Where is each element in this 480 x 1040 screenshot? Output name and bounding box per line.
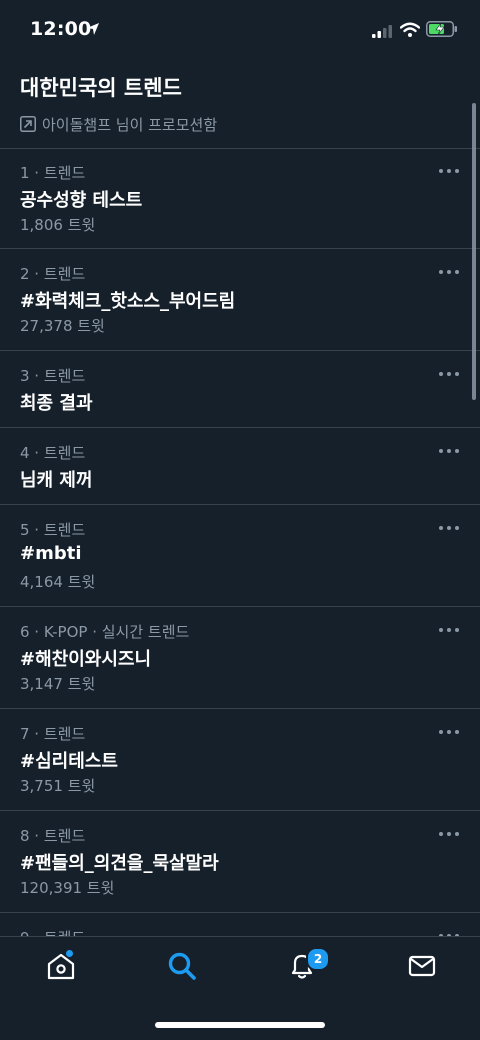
more-options-icon[interactable] [438,267,460,277]
trend-item[interactable]: 7 · 트렌드 #심리테스트 3,751 트윗 [0,709,480,811]
promoted-row[interactable]: 아이돌챔프 님이 프로모션함 [0,108,480,149]
trend-meta: 7 · 트렌드 [20,725,86,743]
trend-name: #화력체크_핫소스_부어드림 [20,291,236,312]
trend-item[interactable]: 9 · 트렌드 [0,913,480,936]
wifi-icon [400,22,420,37]
trend-meta: 1 · 트렌드 [20,164,86,182]
home-indicator[interactable] [155,1022,325,1028]
status-bar: 12:00 [0,0,480,60]
mail-icon [408,955,436,977]
trend-name: #팬들의_의견을_묵살말라 [20,853,219,874]
trend-count: 3,751 트윗 [20,777,96,795]
more-options-icon[interactable] [438,523,460,533]
more-options-icon[interactable] [438,166,460,176]
trends-list: 1 · 트렌드 공수성향 테스트 1,806 트윗 2 · 트렌드 #화력체크_… [0,148,480,936]
more-options-icon[interactable] [438,727,460,737]
page-title: 대한민국의 트렌드 [20,76,182,100]
trend-count: 1,806 트윗 [20,216,96,234]
trend-item[interactable]: 5 · 트렌드 #mbti 4,164 트윗 [0,505,480,607]
trend-meta: 2 · 트렌드 [20,265,86,283]
tab-messages[interactable] [407,951,457,991]
location-arrow-icon [87,23,99,35]
battery-charging-icon [426,21,457,37]
trend-item[interactable]: 3 · 트렌드 최종 결과 [0,351,480,428]
trend-item[interactable]: 4 · 트렌드 님캐 제꺼 [0,428,480,505]
status-time: 12:00 [30,18,92,40]
page-header: 대한민국의 트렌드 [0,60,480,108]
more-options-icon[interactable] [438,625,460,635]
trend-meta: 3 · 트렌드 [20,367,86,385]
trend-count: 3,147 트윗 [20,675,96,693]
trend-meta: 5 · 트렌드 [20,521,86,539]
notifications-badge: 2 [306,947,330,971]
trend-item[interactable]: 8 · 트렌드 #팬들의_의견을_묵살말라 120,391 트윗 [0,811,480,913]
trend-name: 최종 결과 [20,393,93,414]
search-icon [168,952,196,980]
trend-meta: 8 · 트렌드 [20,827,86,845]
more-options-icon[interactable] [438,829,460,839]
trend-count: 4,164 트윗 [20,573,96,591]
tab-home[interactable] [46,951,96,991]
trend-meta: 9 · 트렌드 [20,927,85,936]
more-options-icon[interactable] [438,369,460,379]
trend-name: #해찬이와시즈니 [20,649,152,670]
trend-name: #mbti [20,543,82,564]
scrollbar-thumb[interactable] [472,103,476,400]
promoted-label: 아이돌챔프 님이 프로모션함 [42,116,218,134]
cellular-signal-icon [372,25,392,38]
promoted-icon [20,116,36,132]
trend-meta: 4 · 트렌드 [20,444,86,462]
home-new-dot [66,950,73,957]
trend-name: #심리테스트 [20,751,118,772]
trend-meta: 6 · K-POP · 실시간 트렌드 [20,623,190,641]
trend-count: 27,378 트윗 [20,317,105,335]
trend-item[interactable]: 1 · 트렌드 공수성향 테스트 1,806 트윗 [0,148,480,249]
trend-name: 님캐 제꺼 [20,470,93,491]
tab-search[interactable] [167,951,217,991]
more-options-icon[interactable] [438,446,460,456]
trend-count: 120,391 트윗 [20,879,115,897]
trend-item[interactable]: 2 · 트렌드 #화력체크_핫소스_부어드림 27,378 트윗 [0,249,480,351]
trend-name: 공수성향 테스트 [20,190,143,211]
trend-item[interactable]: 6 · K-POP · 실시간 트렌드 #해찬이와시즈니 3,147 트윗 [0,607,480,709]
